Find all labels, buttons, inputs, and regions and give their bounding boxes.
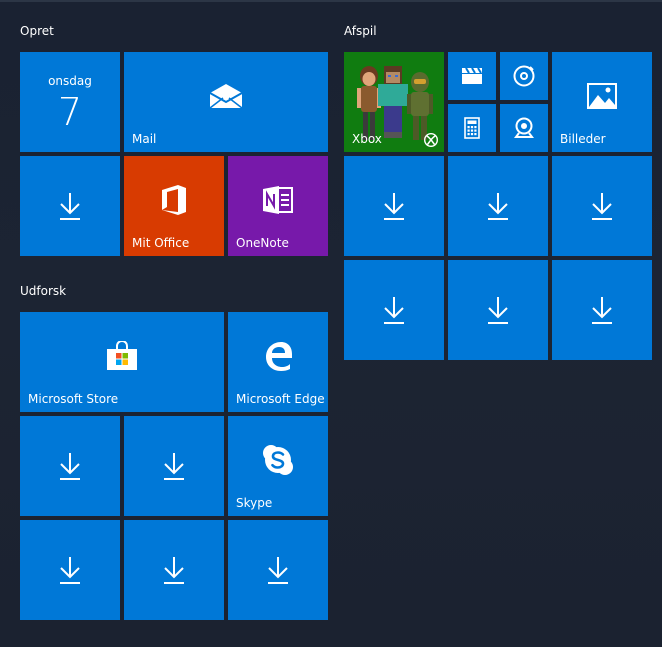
download-arrow-icon (163, 452, 185, 480)
edge-label: Microsoft Edge (236, 392, 325, 406)
download-tile[interactable] (20, 156, 120, 256)
photos-label: Billeder (560, 132, 606, 146)
movies-tile[interactable] (448, 52, 496, 100)
store-label: Microsoft Store (28, 392, 119, 406)
calendar-day-number: 7 (57, 90, 83, 134)
download-arrow-icon (163, 556, 185, 584)
download-tile[interactable] (552, 260, 652, 360)
office-tile[interactable]: Mit Office (124, 156, 224, 256)
calculator-icon (464, 117, 480, 139)
envelope-icon (209, 83, 243, 109)
download-tile[interactable] (20, 520, 120, 620)
download-arrow-icon (487, 192, 509, 220)
group-title-opret[interactable]: Opret (20, 24, 54, 38)
top-border (0, 0, 662, 2)
download-arrow-icon (487, 296, 509, 324)
calendar-weekday: onsdag (48, 74, 92, 88)
xbox-label: Xbox (352, 132, 382, 146)
download-arrow-icon (383, 296, 405, 324)
download-tile[interactable] (448, 156, 548, 256)
clapperboard-icon (461, 67, 483, 85)
download-tile[interactable] (552, 156, 652, 256)
store-tile[interactable]: Microsoft Store (20, 312, 224, 412)
download-tile[interactable] (124, 520, 224, 620)
download-arrow-icon (59, 192, 81, 220)
download-tile[interactable] (344, 156, 444, 256)
office-label: Mit Office (132, 236, 190, 250)
edge-tile[interactable]: Microsoft Edge (228, 312, 328, 412)
camera-tile[interactable] (500, 104, 548, 152)
group-title-afspil[interactable]: Afspil (344, 24, 377, 38)
shopping-bag-icon (106, 341, 138, 371)
group-title-udforsk[interactable]: Udforsk (20, 284, 66, 298)
download-tile[interactable] (448, 260, 548, 360)
download-tile[interactable] (228, 520, 328, 620)
download-arrow-icon (591, 192, 613, 220)
download-arrow-icon (59, 556, 81, 584)
edge-icon (263, 341, 293, 371)
calendar-tile[interactable]: onsdag 7 (20, 52, 120, 152)
groove-music-tile[interactable] (500, 52, 548, 100)
skype-label: Skype (236, 496, 273, 510)
skype-icon (261, 443, 295, 477)
xbox-tile[interactable]: Xbox (344, 52, 444, 152)
mail-label: Mail (132, 132, 157, 146)
download-arrow-icon (59, 452, 81, 480)
calculator-tile[interactable] (448, 104, 496, 152)
onenote-tile[interactable]: OneNote (228, 156, 328, 256)
download-tile[interactable] (344, 260, 444, 360)
download-arrow-icon (383, 192, 405, 220)
download-tile[interactable] (20, 416, 120, 516)
photos-tile[interactable]: Billeder (552, 52, 652, 152)
skype-tile[interactable]: Skype (228, 416, 328, 516)
mail-tile[interactable]: Mail (124, 52, 328, 152)
download-arrow-icon (267, 556, 289, 584)
music-disc-icon (513, 65, 535, 87)
xbox-logo-icon (424, 133, 438, 147)
onenote-icon (261, 185, 295, 215)
webcam-icon (513, 117, 535, 139)
download-tile[interactable] (124, 416, 224, 516)
office-icon (160, 184, 188, 216)
onenote-label: OneNote (236, 236, 289, 250)
download-arrow-icon (591, 296, 613, 324)
picture-icon (587, 83, 617, 109)
